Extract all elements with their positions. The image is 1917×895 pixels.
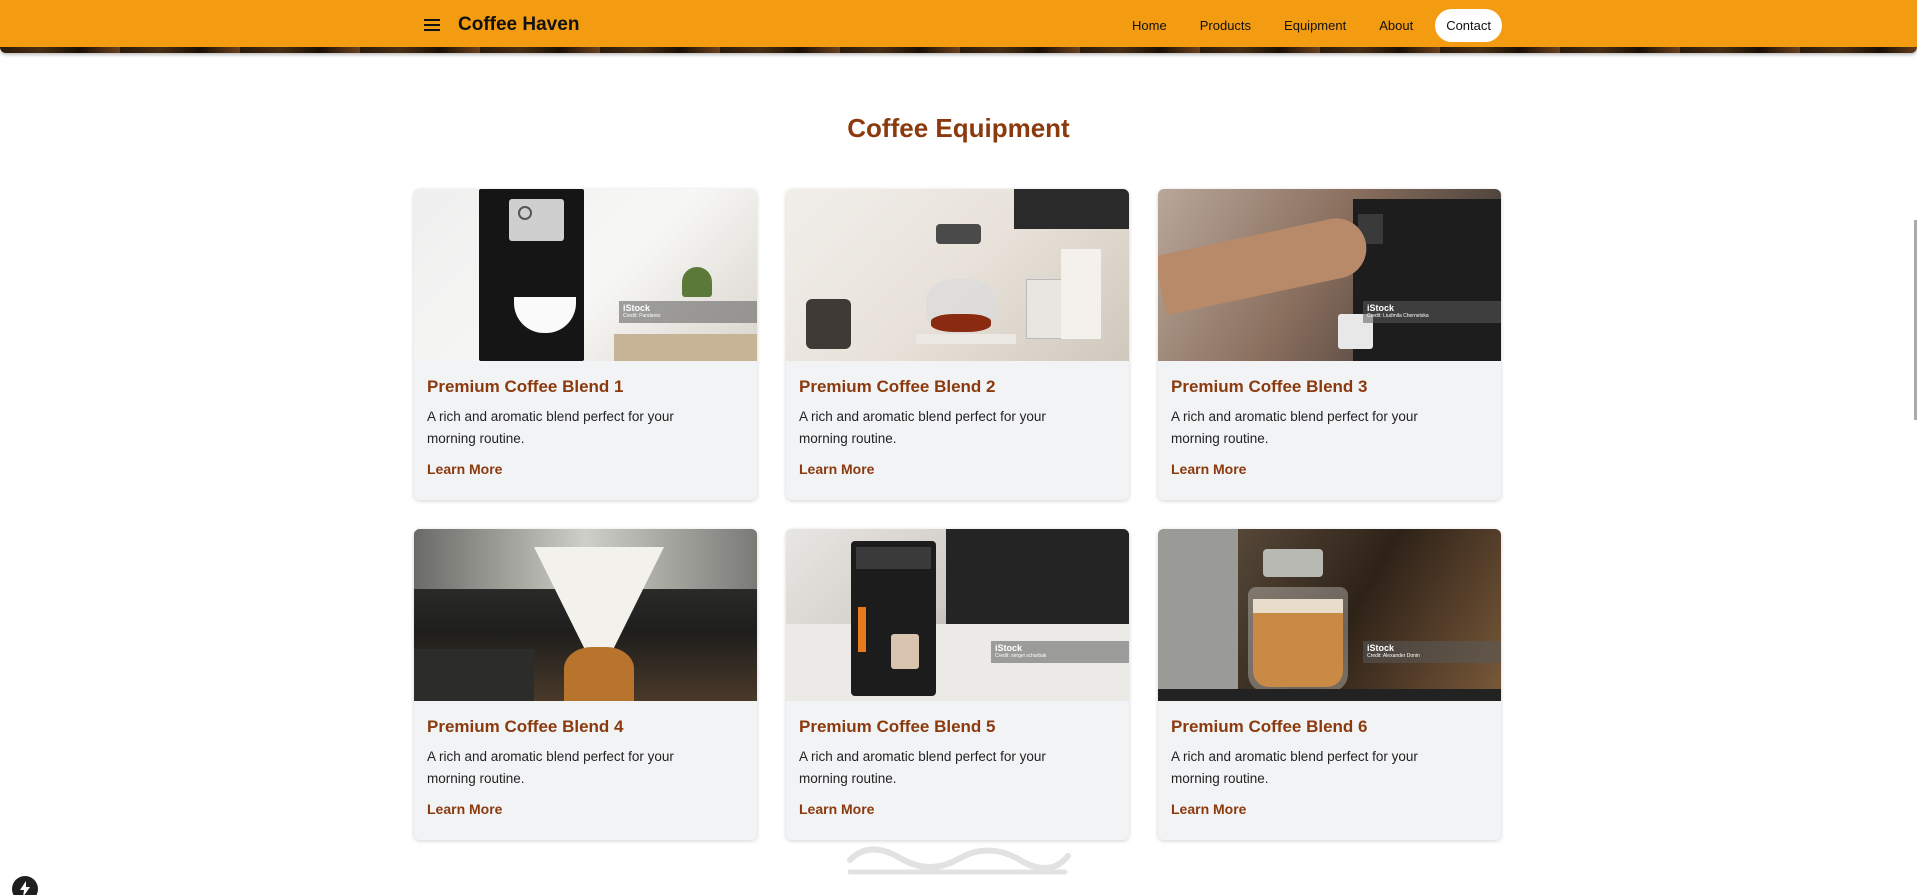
card-title: Premium Coffee Blend 5 [799, 717, 996, 736]
image-credit: Credit: sergei scharbak [995, 653, 1047, 659]
learn-more-link[interactable]: Learn More [427, 801, 502, 817]
learn-more-link[interactable]: Learn More [799, 801, 874, 817]
istock-badge: iStock Credit: Alexander Donin [1363, 641, 1501, 663]
card-title: Premium Coffee Blend 3 [1171, 377, 1368, 396]
product-card: iStock Credit: sergei scharbak Premium C… [786, 529, 1129, 840]
card-title: Premium Coffee Blend 1 [427, 377, 624, 396]
navbar-background-strip [0, 47, 1917, 53]
brand-name[interactable]: Coffee Haven [458, 14, 579, 36]
lightning-icon [20, 881, 30, 895]
istock-badge: iStock Credit: Pandarex [619, 301, 757, 323]
section-title: Coffee Equipment [847, 113, 1070, 143]
navbar-inner: Coffee Haven Home Products Equipment Abo… [414, 0, 1502, 50]
product-card: Premium Coffee Blend 2 A rich and aromat… [786, 189, 1129, 500]
nav-link-products[interactable]: Products [1189, 9, 1262, 42]
istock-logo: iStock [623, 303, 651, 313]
card-title: Premium Coffee Blend 6 [1171, 717, 1368, 736]
chemex-image [414, 529, 757, 701]
card-description: A rich and aromatic blend perfect for yo… [799, 749, 1046, 786]
product-card: Premium Coffee Blend 4 A rich and aromat… [414, 529, 757, 840]
card-title: Premium Coffee Blend 2 [799, 377, 996, 396]
istock-logo: iStock [995, 643, 1023, 653]
nav-links: Home Products Equipment About Contact [1110, 8, 1502, 42]
image-credit: Credit: Liudmila Chernetska [1367, 313, 1429, 319]
pour-over-image [786, 189, 1129, 361]
card-description: A rich and aromatic blend perfect for yo… [427, 749, 674, 786]
istock-badge: iStock Credit: Liudmila Chernetska [1363, 301, 1501, 323]
product-card: iStock Credit: Liudmila Chernetska Premi… [1158, 189, 1501, 500]
product-card: iStock Credit: Alexander Donin Premium C… [1158, 529, 1501, 840]
image-credit: Credit: Pandarex [623, 313, 661, 319]
card-title: Premium Coffee Blend 4 [427, 717, 624, 736]
hamburger-menu-icon[interactable] [424, 18, 442, 32]
learn-more-link[interactable]: Learn More [427, 461, 502, 477]
espresso-machine-image: iStock Credit: Pandarex [414, 189, 757, 361]
watermark-logo [847, 846, 1071, 875]
istock-logo: iStock [1367, 643, 1395, 653]
nav-link-contact[interactable]: Contact [1435, 8, 1502, 42]
floating-lightning-button[interactable] [12, 876, 38, 895]
nav-link-about[interactable]: About [1368, 9, 1424, 42]
card-description: A rich and aromatic blend perfect for yo… [1171, 749, 1418, 786]
equipment-card-grid: iStock Credit: Pandarex Premium Coffee B… [414, 189, 1502, 840]
learn-more-link[interactable]: Learn More [1171, 461, 1246, 477]
istock-logo: iStock [1367, 303, 1395, 313]
coffee-machine-hand-image: iStock Credit: Liudmila Chernetska [1158, 189, 1501, 361]
product-card: iStock Credit: Pandarex Premium Coffee B… [414, 189, 757, 500]
card-description: A rich and aromatic blend perfect for yo… [1171, 409, 1418, 446]
nav-link-equipment[interactable]: Equipment [1273, 9, 1357, 42]
card-description: A rich and aromatic blend perfect for yo… [427, 409, 674, 446]
automatic-machine-image: iStock Credit: sergei scharbak [786, 529, 1129, 701]
nav-link-home[interactable]: Home [1121, 9, 1178, 42]
latte-glass-image: iStock Credit: Alexander Donin [1158, 529, 1501, 701]
learn-more-link[interactable]: Learn More [1171, 801, 1246, 817]
navbar: Coffee Haven Home Products Equipment Abo… [0, 0, 1917, 53]
card-description: A rich and aromatic blend perfect for yo… [799, 409, 1046, 446]
image-credit: Credit: Alexander Donin [1367, 653, 1420, 659]
learn-more-link[interactable]: Learn More [799, 461, 874, 477]
istock-badge: iStock Credit: sergei scharbak [991, 641, 1129, 663]
